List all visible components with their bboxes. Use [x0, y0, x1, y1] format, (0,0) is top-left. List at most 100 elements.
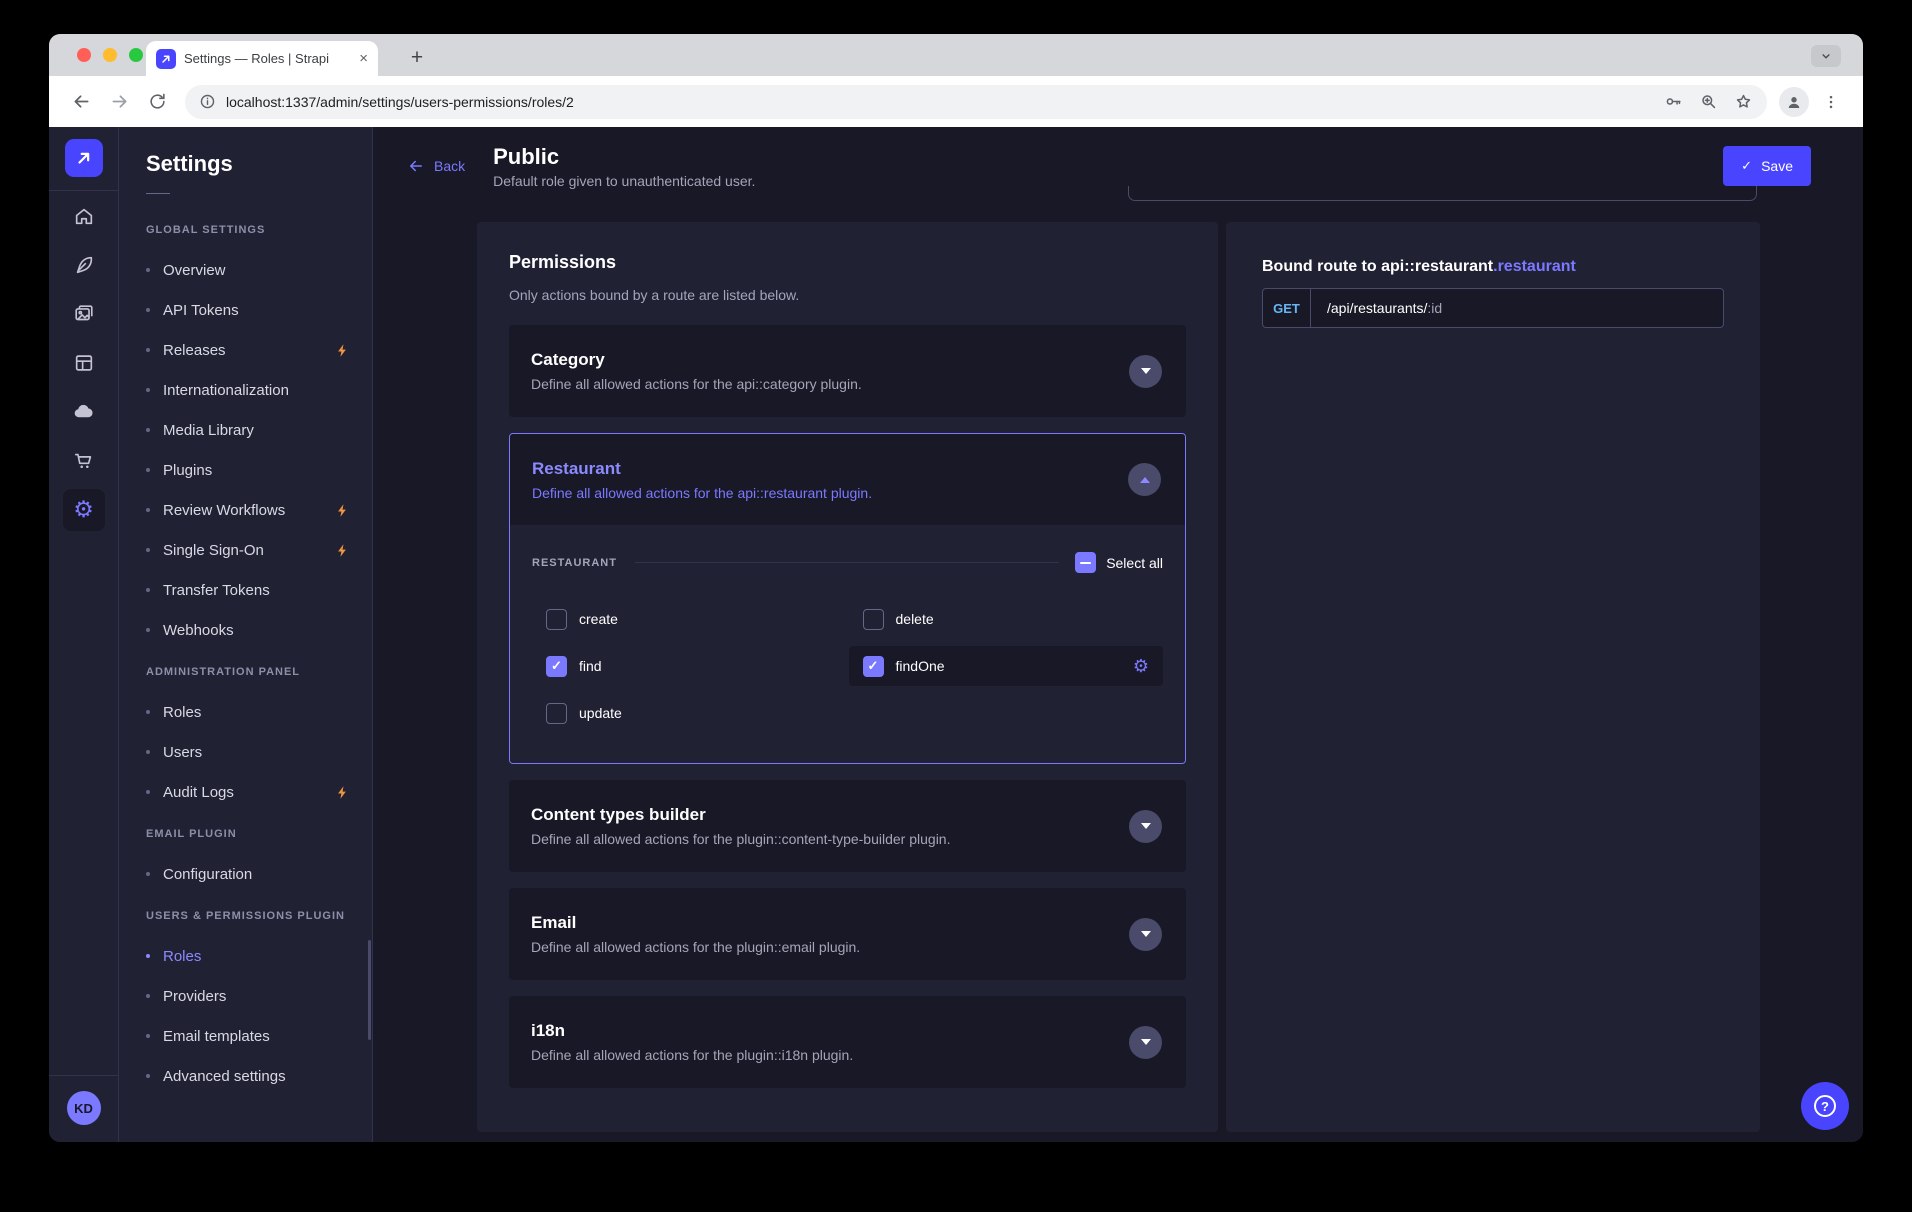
sidebar-item-providers[interactable]: Providers — [119, 976, 372, 1016]
home-icon[interactable] — [49, 191, 119, 240]
accordion-titles: Content types builder Define all allowed… — [531, 805, 1129, 847]
subnav-divider — [146, 193, 170, 194]
sidebar-item-api-tokens[interactable]: API Tokens — [119, 290, 372, 330]
subnav-scrollbar[interactable] — [368, 940, 371, 1040]
sidebar-item-plugins[interactable]: Plugins — [119, 450, 372, 490]
action-label: create — [579, 611, 618, 627]
content-manager-feather-icon[interactable] — [49, 240, 119, 289]
chevron-down-icon[interactable] — [1129, 918, 1162, 951]
close-window-button[interactable] — [77, 48, 91, 62]
browser-tab[interactable]: Settings — Roles | Strapi × — [146, 41, 378, 76]
browser-window: Settings — Roles | Strapi × + — [49, 34, 1863, 1142]
sidebar-item-admin-roles[interactable]: Roles — [119, 692, 372, 732]
bullet-icon — [146, 348, 150, 352]
back-arrow-icon — [407, 157, 425, 175]
accordion-email-header[interactable]: Email Define all allowed actions for the… — [509, 888, 1186, 980]
permissions-subtitle: Only actions bound by a route are listed… — [509, 287, 1186, 303]
checkbox-unchecked[interactable] — [546, 609, 567, 630]
back-icon[interactable] — [65, 86, 97, 118]
sidebar-item-single-sign-on[interactable]: Single Sign-On — [119, 530, 372, 570]
accordion-titles: i18n Define all allowed actions for the … — [531, 1021, 1129, 1063]
bullet-icon — [146, 710, 150, 714]
url-field[interactable]: localhost:1337/admin/settings/users-perm… — [185, 85, 1767, 119]
action-find[interactable]: ✓ find — [532, 646, 847, 686]
accordion-list: Category Define all allowed actions for … — [509, 325, 1186, 1088]
checkbox-unchecked[interactable] — [546, 703, 567, 724]
accordion-title: Restaurant — [532, 459, 1128, 479]
user-avatar[interactable]: KD — [67, 1091, 101, 1125]
browser-menu-icon[interactable] — [1815, 86, 1847, 118]
permissions-title: Permissions — [509, 252, 1186, 273]
save-button[interactable]: ✓ Save — [1723, 146, 1811, 186]
accordion-description: Define all allowed actions for the api::… — [531, 376, 1129, 392]
sidebar-item-label: Transfer Tokens — [163, 582, 270, 599]
sidebar-item-media-library[interactable]: Media Library — [119, 410, 372, 450]
action-create[interactable]: create — [532, 599, 847, 639]
chevron-up-icon[interactable] — [1128, 463, 1161, 496]
marketplace-cart-icon[interactable] — [49, 436, 119, 485]
page-subtitle: Default role given to unauthenticated us… — [493, 173, 755, 189]
bullet-icon — [146, 508, 150, 512]
accordion-restaurant-header[interactable]: Restaurant Define all allowed actions fo… — [510, 434, 1185, 525]
content-type-builder-icon[interactable] — [49, 338, 119, 387]
chevron-down-icon[interactable] — [1129, 1026, 1162, 1059]
sidebar-item-label: Configuration — [163, 866, 252, 883]
sidebar-item-review-workflows[interactable]: Review Workflows — [119, 490, 372, 530]
back-link[interactable]: Back — [407, 157, 465, 175]
accordion-category-header[interactable]: Category Define all allowed actions for … — [509, 325, 1186, 417]
section-email-items: Configuration — [119, 854, 372, 894]
sidebar-item-admin-users[interactable]: Users — [119, 732, 372, 772]
accordion-titles: Email Define all allowed actions for the… — [531, 913, 1129, 955]
browser-profile-icon[interactable] — [1779, 87, 1809, 117]
checkbox-unchecked[interactable] — [863, 609, 884, 630]
sidebar-item-releases[interactable]: Releases — [119, 330, 372, 370]
settings-gear-icon[interactable]: ⚙ — [49, 485, 119, 534]
sidebar-item-audit-logs[interactable]: Audit Logs — [119, 772, 372, 812]
forward-icon[interactable] — [103, 86, 135, 118]
site-info-icon[interactable] — [199, 93, 216, 110]
action-label: delete — [896, 611, 934, 627]
sidebar-item-configuration[interactable]: Configuration — [119, 854, 372, 894]
tab-search-chevron-icon[interactable] — [1811, 45, 1841, 67]
cloud-icon[interactable] — [49, 387, 119, 436]
strapi-logo-icon[interactable] — [65, 139, 103, 177]
chevron-down-icon[interactable] — [1129, 355, 1162, 388]
scrolled-input-bottom-edge — [1128, 186, 1757, 201]
password-key-icon[interactable] — [1664, 92, 1683, 111]
zoom-icon[interactable] — [1699, 92, 1718, 111]
gear-icon[interactable]: ⚙ — [1133, 656, 1149, 677]
sidebar-item-internationalization[interactable]: Internationalization — [119, 370, 372, 410]
select-all-control[interactable]: Select all — [1075, 552, 1163, 573]
help-button[interactable]: ? — [1801, 1082, 1849, 1130]
checkbox-checked[interactable]: ✓ — [863, 656, 884, 677]
sidebar-item-label: Providers — [163, 988, 226, 1005]
sidebar-item-webhooks[interactable]: Webhooks — [119, 610, 372, 650]
bullet-icon — [146, 588, 150, 592]
select-all-checkbox[interactable] — [1075, 552, 1096, 573]
bookmark-star-icon[interactable] — [1734, 92, 1753, 111]
checkbox-checked[interactable]: ✓ — [546, 656, 567, 677]
tab-close-icon[interactable]: × — [359, 50, 368, 67]
action-delete[interactable]: delete — [849, 599, 1164, 639]
accordion-i18n-header[interactable]: i18n Define all allowed actions for the … — [509, 996, 1186, 1088]
accordion-ctb-header[interactable]: Content types builder Define all allowed… — [509, 780, 1186, 872]
minimize-window-button[interactable] — [103, 48, 117, 62]
bullet-icon — [146, 872, 150, 876]
accordion-description: Define all allowed actions for the plugi… — [531, 1047, 1129, 1063]
media-library-icon[interactable] — [49, 289, 119, 338]
chevron-down-icon[interactable] — [1129, 810, 1162, 843]
bullet-icon — [146, 790, 150, 794]
url-text[interactable]: localhost:1337/admin/settings/users-perm… — [226, 94, 1654, 110]
sidebar-item-transfer-tokens[interactable]: Transfer Tokens — [119, 570, 372, 610]
sidebar-item-email-templates[interactable]: Email templates — [119, 1016, 372, 1056]
new-tab-button[interactable]: + — [402, 43, 432, 73]
reload-icon[interactable] — [141, 86, 173, 118]
sidebar-item-overview[interactable]: Overview — [119, 250, 372, 290]
action-findone[interactable]: ✓ findOne ⚙ — [849, 646, 1164, 686]
sidebar-item-up-roles[interactable]: Roles — [119, 936, 372, 976]
maximize-window-button[interactable] — [129, 48, 143, 62]
sidebar-item-advanced-settings[interactable]: Advanced settings — [119, 1056, 372, 1096]
action-update[interactable]: update — [532, 693, 847, 733]
sidebar-item-label: Releases — [163, 342, 226, 359]
window-controls[interactable] — [77, 48, 143, 62]
